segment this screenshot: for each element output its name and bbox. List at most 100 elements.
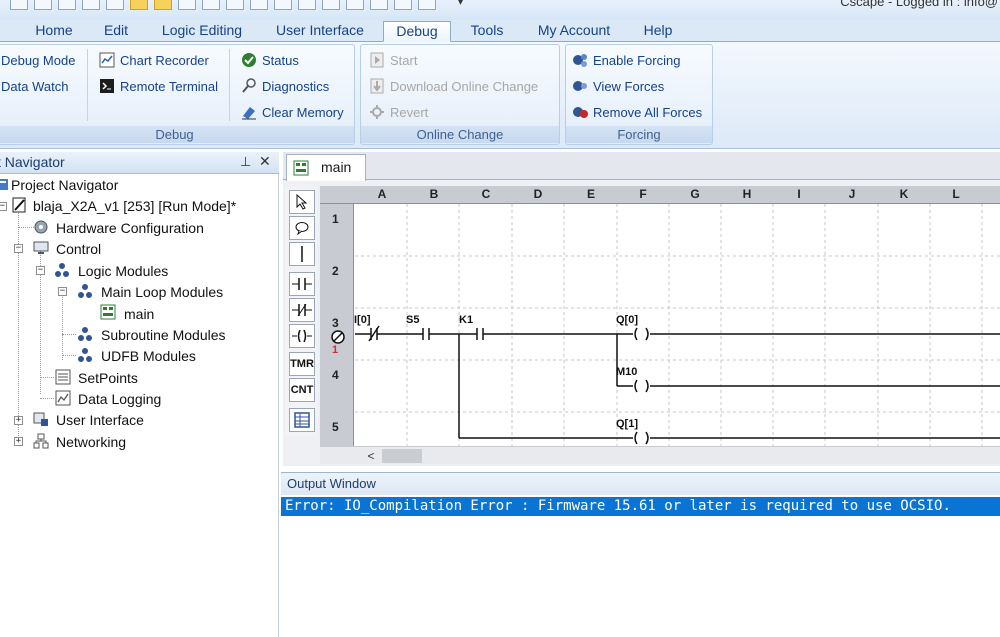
ribbon-group-forcing: Enable Forcing View Forces Remove All Fo… — [565, 44, 713, 145]
coil-tool[interactable] — [289, 324, 315, 348]
tab-main[interactable]: main — [286, 154, 366, 181]
normally-closed-contact-tool[interactable] — [289, 298, 315, 322]
data-watch-button[interactable]: Data Watch — [1, 77, 68, 97]
qat-run-icon[interactable] — [154, 0, 172, 10]
remove-all-forces-button[interactable]: Remove All Forces — [572, 103, 702, 123]
debug-mode-button[interactable]: Debug Mode — [1, 51, 75, 71]
ladder-program-icon — [293, 160, 309, 176]
counter-tool[interactable]: CNT — [289, 378, 315, 402]
tree-item-main[interactable]: main — [124, 304, 154, 324]
tab-logic-editing[interactable]: Logic Editing — [148, 21, 256, 42]
qat-find-icon[interactable] — [346, 0, 364, 10]
ribbon-group-online-change: Start Download Online Change Revert Onli… — [360, 44, 560, 145]
revert-button[interactable]: Revert — [369, 103, 428, 123]
qat-print-icon[interactable] — [418, 0, 436, 10]
qat-monitor-icon[interactable] — [226, 0, 244, 10]
app-logo-icon[interactable] — [10, 0, 28, 10]
expander-user-interface[interactable]: + — [14, 416, 23, 425]
qat-table-icon[interactable] — [274, 0, 292, 10]
tree-item-user-interface[interactable]: User Interface — [56, 410, 144, 430]
qat-upload-icon[interactable] — [202, 0, 220, 10]
scroll-thumb[interactable] — [382, 449, 422, 463]
tree-item-hardware-configuration[interactable]: Hardware Configuration — [56, 218, 204, 238]
group-label-debug: Debug — [0, 126, 354, 143]
scroll-left-button[interactable]: < — [362, 448, 380, 464]
column-header-cell: E — [586, 187, 595, 201]
tree-item-data-logging[interactable]: Data Logging — [78, 389, 161, 409]
tab-debug[interactable]: Debug — [383, 21, 451, 42]
remote-terminal-button[interactable]: Remote Terminal — [99, 77, 218, 97]
expander-control[interactable]: − — [14, 244, 23, 253]
tab-help[interactable]: Help — [632, 21, 684, 42]
tree-item-networking[interactable]: Networking — [56, 432, 126, 452]
output-error-line[interactable]: Error: IO_Compilation Error : Firmware 1… — [281, 497, 1000, 516]
project-file-icon — [12, 197, 26, 213]
status-label: Status — [262, 53, 299, 68]
column-header-cell: F — [639, 187, 647, 201]
networking-icon — [33, 433, 49, 449]
tree-item-project[interactable]: blaja_X2A_v1 [253] [Run Mode]* — [33, 196, 236, 216]
enable-forcing-button[interactable]: Enable Forcing — [572, 51, 680, 71]
row-header-cell: 3 — [332, 316, 339, 330]
view-forces-label: View Forces — [593, 79, 665, 94]
navigator-header: ct Navigator ⊥ ✕ — [0, 152, 279, 174]
qat-image-icon[interactable] — [322, 0, 340, 10]
column-header-cell: I — [797, 187, 801, 201]
download-online-change-button[interactable]: Download Online Change — [369, 77, 538, 97]
ladder-grid[interactable]: A B C D E F G H I J K L 1 2 3 4 5 1 I[0]… — [320, 186, 1000, 446]
wire-tool[interactable] — [289, 242, 315, 266]
qat-save-icon[interactable] — [58, 0, 76, 10]
qat-chart-icon[interactable] — [298, 0, 316, 10]
qat-stop-icon[interactable] — [130, 0, 148, 10]
status-button[interactable]: Status — [241, 51, 299, 71]
tree-item-control[interactable]: Control — [56, 239, 101, 259]
tree-line — [40, 377, 54, 378]
timer-tool[interactable]: TMR — [289, 352, 315, 376]
tab-home[interactable]: Home — [22, 21, 86, 42]
table-tool[interactable] — [289, 408, 315, 432]
comment-tool[interactable] — [289, 216, 315, 240]
clear-memory-button[interactable]: Clear Memory — [241, 103, 344, 123]
horizontal-scrollbar[interactable]: < — [320, 446, 1000, 464]
qat-cut-icon[interactable] — [82, 0, 100, 10]
editor-tab-bar: main — [283, 152, 1000, 181]
qat-download-icon[interactable] — [178, 0, 196, 10]
start-icon — [370, 52, 384, 68]
tree-item-logic-modules[interactable]: Logic Modules — [78, 261, 168, 281]
qat-open-icon[interactable] — [34, 0, 52, 10]
close-icon[interactable]: ✕ — [259, 153, 271, 170]
chart-recorder-icon — [99, 52, 115, 68]
pin-icon[interactable]: ⊥ — [240, 154, 251, 170]
diagnostics-button[interactable]: Diagnostics — [241, 77, 329, 97]
tab-edit[interactable]: Edit — [93, 21, 139, 42]
view-forces-icon — [573, 81, 587, 91]
column-header-cell: D — [533, 187, 543, 201]
qat-save-all-icon[interactable] — [394, 0, 412, 10]
table-icon — [294, 412, 310, 428]
tree-item-setpoints[interactable]: SetPoints — [78, 368, 138, 388]
tree-line — [62, 334, 76, 335]
select-tool[interactable] — [289, 190, 315, 214]
view-forces-button[interactable]: View Forces — [572, 77, 664, 97]
tab-my-account[interactable]: My Account — [524, 21, 624, 42]
tab-user-interface[interactable]: User Interface — [264, 21, 376, 42]
expander-main-loop-modules[interactable]: − — [58, 287, 67, 296]
expander-project[interactable]: − — [0, 202, 7, 211]
row-header-cell: 4 — [332, 368, 339, 382]
eraser-icon — [242, 107, 256, 120]
start-button[interactable]: Start — [369, 51, 417, 71]
qat-grid-icon[interactable] — [250, 0, 268, 10]
qat-help-icon[interactable] — [370, 0, 388, 10]
tree-item-project-navigator[interactable]: Project Navigator — [11, 175, 118, 195]
tab-tools[interactable]: Tools — [460, 21, 514, 42]
qat-customize-icon[interactable]: ▾ — [458, 0, 463, 8]
qat-copy-icon[interactable] — [106, 0, 124, 10]
expander-logic-modules[interactable]: − — [36, 266, 45, 275]
tree-item-subroutine-modules[interactable]: Subroutine Modules — [101, 325, 226, 345]
expander-networking[interactable]: + — [14, 437, 23, 446]
tree-item-udfb-modules[interactable]: UDFB Modules — [101, 346, 196, 366]
setpoints-icon — [55, 369, 71, 385]
chart-recorder-button[interactable]: Chart Recorder — [99, 51, 209, 71]
normally-open-contact-tool[interactable] — [289, 272, 315, 296]
tree-item-main-loop-modules[interactable]: Main Loop Modules — [101, 282, 223, 302]
